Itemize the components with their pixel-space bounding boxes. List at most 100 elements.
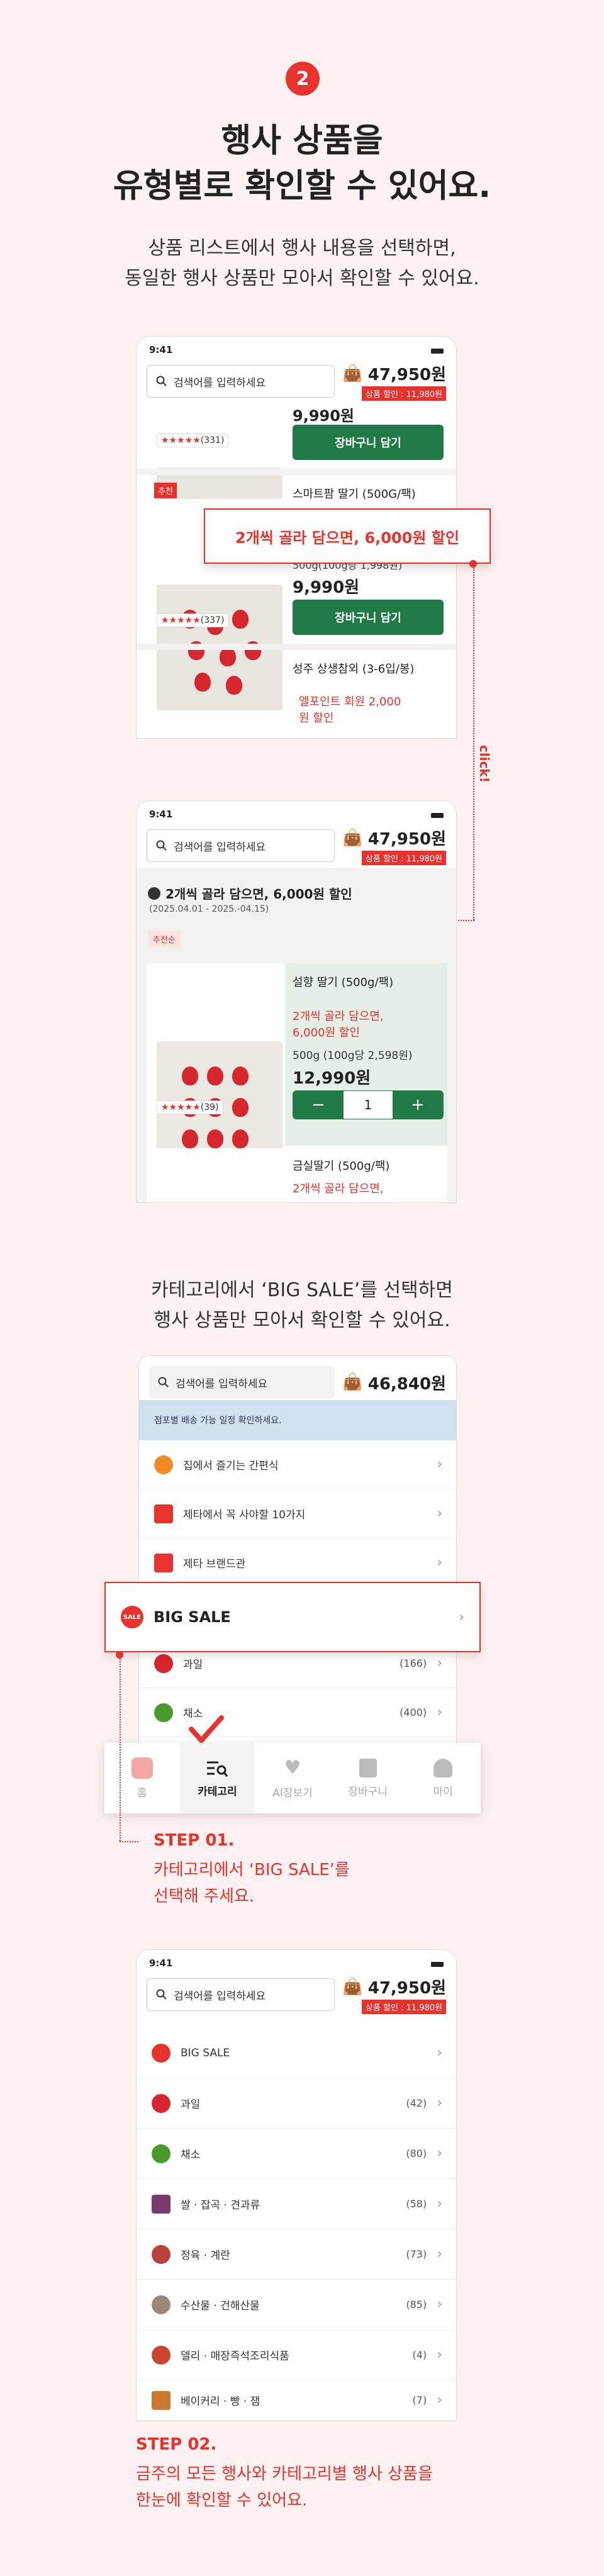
decrease-button[interactable]: − bbox=[293, 1091, 344, 1119]
search-input[interactable]: 검색어를 입력하세요 bbox=[147, 829, 335, 862]
category-row[interactable]: 정육 · 계란 (73) › bbox=[137, 2229, 456, 2280]
category-row[interactable]: 베이커리 · 빵 · 잼 (7) › bbox=[137, 2380, 456, 2421]
chevron-right-icon: › bbox=[437, 2297, 442, 2312]
recommend-badge: 추천 bbox=[154, 483, 177, 498]
tab-home[interactable]: 홈 bbox=[104, 1743, 180, 1813]
status-bar: 9:41 bbox=[137, 801, 456, 822]
category-label: 제타에서 꼭 사야할 10가지 bbox=[183, 1509, 306, 1521]
quantity-stepper[interactable]: − 1 + bbox=[293, 1090, 444, 1119]
category-row[interactable]: 집에서 즐기는 간편식 › bbox=[139, 1440, 456, 1489]
category-row[interactable]: 과일 (42) › bbox=[137, 2078, 456, 2129]
tab-label: 홈 bbox=[137, 1786, 147, 1800]
chevron-right-icon: › bbox=[437, 1457, 442, 1472]
search-input[interactable]: 검색어를 입력하세요 bbox=[149, 1366, 335, 1399]
category-count: (7) bbox=[412, 2394, 427, 2406]
section2-text-2: 행사 상품만 모아서 확인할 수 있어요. bbox=[154, 1309, 450, 1331]
chevron-right-icon: › bbox=[459, 1609, 464, 1625]
chevron-right-icon: › bbox=[437, 2392, 442, 2408]
connector-dot bbox=[469, 560, 477, 568]
chevron-right-icon: › bbox=[437, 1705, 442, 1720]
connector-line bbox=[120, 1841, 138, 1842]
category-label: 집에서 즐기는 간편식 bbox=[183, 1460, 279, 1472]
chevron-right-icon: › bbox=[437, 2246, 442, 2262]
tab-ai[interactable]: ♥ AI장보기 bbox=[255, 1743, 330, 1813]
connector-line bbox=[120, 1659, 121, 1841]
search-icon bbox=[156, 1989, 167, 2000]
cart-summary[interactable]: 👜 47,950원 상품 할인 : 11,980원 bbox=[342, 826, 446, 865]
category-count: (4) bbox=[412, 2349, 427, 2361]
step1-title: STEP 01. bbox=[154, 1831, 235, 1850]
cart-summary[interactable]: 👜 46,840원 bbox=[342, 1371, 446, 1394]
status-time: 9:41 bbox=[149, 809, 173, 820]
increase-button[interactable]: + bbox=[393, 1091, 443, 1119]
sale-icon: SALE bbox=[121, 1606, 143, 1628]
add-to-cart-button[interactable]: 장바구니 담기 bbox=[293, 600, 444, 635]
category-row[interactable]: 델리 · 매장즉석조리식품 (4) › bbox=[137, 2330, 456, 2380]
connector-line bbox=[458, 920, 474, 921]
tab-my[interactable]: 마이 bbox=[405, 1743, 481, 1813]
category-count: (400) bbox=[400, 1706, 427, 1718]
cart-sale-badge: 상품 할인 : 11,980원 bbox=[361, 851, 446, 865]
cart-icon: 👜 bbox=[342, 828, 363, 848]
category-label: 정육 · 계란 bbox=[181, 2249, 230, 2262]
category-search-icon bbox=[207, 1761, 228, 1777]
category-row[interactable]: 제타에서 꼭 사야할 10가지 › bbox=[139, 1489, 456, 1538]
cart-amount: 47,950원 bbox=[367, 366, 446, 384]
sale-icon bbox=[152, 2043, 171, 2063]
category-count: (58) bbox=[406, 2198, 427, 2210]
big-sale-row[interactable]: SALE BIG SALE › bbox=[104, 1582, 481, 1652]
connector-line bbox=[473, 568, 474, 920]
chevron-right-icon: › bbox=[437, 2095, 442, 2111]
category-row[interactable]: 채소 (400) › bbox=[139, 1688, 456, 1737]
status-bar: 9:41 bbox=[137, 337, 456, 358]
category-row[interactable]: 수산물 · 건해산물 (85) › bbox=[137, 2280, 456, 2330]
category-label: 델리 · 매장즉석조리식품 bbox=[181, 2350, 289, 2363]
product-price: 12,990원 bbox=[293, 1069, 371, 1088]
tab-label: 카테고리 bbox=[198, 1785, 237, 1798]
quantity-value: 1 bbox=[344, 1091, 393, 1119]
chevron-right-icon: › bbox=[437, 2146, 442, 2161]
headline-line-2: 유형별로 확인할 수 있어요. bbox=[113, 167, 491, 205]
delivery-banner[interactable]: 점포별 배송 가능 일정 확인하세요. bbox=[139, 1400, 456, 1440]
section2-text-1: 카테고리에서 ‘BIG SALE’를 선택하면 bbox=[151, 1279, 453, 1301]
category-row[interactable]: 채소 (80) › bbox=[137, 2129, 456, 2179]
cart-amount: 47,950원 bbox=[367, 1979, 446, 1998]
top10-icon bbox=[154, 1504, 173, 1523]
category-row-big-sale[interactable]: BIG SALE › bbox=[137, 2028, 456, 2078]
vegetable-icon bbox=[154, 1703, 173, 1722]
back-icon[interactable] bbox=[148, 887, 160, 900]
category-count: (80) bbox=[406, 2148, 427, 2159]
cart-summary[interactable]: 👜 47,950원 상품 할인 : 11,980원 bbox=[342, 362, 446, 401]
tab-label: 마이 bbox=[433, 1785, 453, 1798]
tab-label: AI장보기 bbox=[272, 1787, 313, 1800]
search-input[interactable]: 검색어를 입력하세요 bbox=[147, 1978, 335, 2011]
rating-stars: ★★★★★(39) bbox=[157, 1100, 223, 1114]
user-icon bbox=[433, 1758, 453, 1778]
cart-amount: 47,950원 bbox=[367, 830, 446, 849]
phone-category: 검색어를 입력하세요 👜 46,840원 점포별 배송 가능 일정 확인하세요. … bbox=[138, 1355, 457, 1758]
search-input[interactable]: 검색어를 입력하세요 bbox=[147, 365, 335, 398]
tab-cart[interactable]: 장바구니 bbox=[330, 1743, 406, 1813]
product-price: 9,990원 bbox=[293, 407, 354, 425]
category-label: 과일 bbox=[181, 2098, 201, 2111]
checkmark-icon bbox=[189, 1715, 224, 1743]
category-row[interactable]: 쌀 · 잡곡 · 견과류 (58) › bbox=[137, 2179, 456, 2229]
category-label: 제타 브랜드관 bbox=[183, 1558, 246, 1571]
big-sale-label: BIG SALE bbox=[154, 1608, 231, 1626]
chevron-right-icon: › bbox=[437, 2196, 442, 2212]
category-row[interactable]: 제타 브랜드관 › bbox=[139, 1538, 456, 1588]
promo-text: 2개씩 골라 담으면, bbox=[293, 1182, 384, 1196]
headline-line-1: 행사 상품을 bbox=[221, 122, 383, 160]
tab-category[interactable]: 카테고리 bbox=[179, 1743, 255, 1813]
sort-chip[interactable]: 추천순 bbox=[148, 931, 181, 948]
promo-text: 2개씩 골라 담으면, bbox=[293, 1010, 384, 1023]
cart-icon: 👜 bbox=[342, 1977, 363, 1996]
search-icon bbox=[156, 840, 167, 851]
category-count: (85) bbox=[406, 2299, 427, 2310]
add-to-cart-button[interactable]: 장바구니 담기 bbox=[293, 425, 444, 460]
status-time: 9:41 bbox=[149, 1957, 173, 1969]
step2-desc: 한눈에 확인할 수 있어요. bbox=[136, 2491, 308, 2510]
search-placeholder: 검색어를 입력하세요 bbox=[176, 1377, 268, 1391]
cart-summary[interactable]: 👜 47,950원 상품 할인 : 11,980원 bbox=[342, 1975, 446, 2014]
promo-callout[interactable]: 2개씩 골라 담으면, 6,000원 할인 bbox=[204, 508, 491, 564]
